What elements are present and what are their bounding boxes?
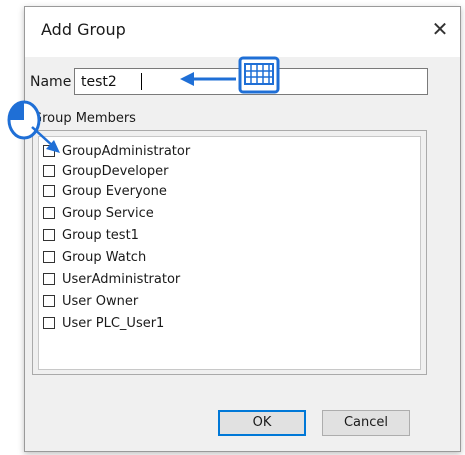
list-item[interactable]: GroupDeveloper <box>43 161 168 181</box>
member-label: Group Watch <box>62 249 147 265</box>
list-item[interactable]: Group test1 <box>43 225 139 245</box>
group-members-list[interactable]: GroupAdministrator GroupDeveloper Group … <box>38 136 421 370</box>
checkbox[interactable] <box>43 185 55 197</box>
member-label: GroupDeveloper <box>62 163 169 179</box>
list-item[interactable]: User PLC_User1 <box>43 313 164 333</box>
group-members-label: Group Members <box>32 111 136 126</box>
name-label: Name <box>30 74 72 90</box>
keyboard-icon <box>238 56 280 94</box>
list-item[interactable]: UserAdministrator <box>43 269 180 289</box>
checkbox[interactable] <box>43 251 55 263</box>
member-label: User PLC_User1 <box>62 315 165 331</box>
member-label: Group Everyone <box>62 183 167 199</box>
member-label: Group test1 <box>62 227 139 243</box>
text-caret <box>141 73 142 90</box>
member-label: User Owner <box>62 293 139 309</box>
list-item[interactable]: Group Watch <box>43 247 146 267</box>
member-label: GroupAdministrator <box>62 143 191 159</box>
checkbox[interactable] <box>43 165 55 177</box>
checkbox[interactable] <box>43 295 55 307</box>
arrow-icon <box>180 72 236 86</box>
dialog-title: Add Group <box>41 20 126 39</box>
checkbox[interactable] <box>43 207 55 219</box>
list-item[interactable]: Group Everyone <box>43 181 167 201</box>
checkbox[interactable] <box>43 273 55 285</box>
list-item[interactable]: Group Service <box>43 203 154 223</box>
title-bar: Add Group ✕ <box>25 7 460 57</box>
member-label: UserAdministrator <box>62 271 181 287</box>
list-item[interactable]: GroupAdministrator <box>43 141 190 161</box>
ok-button[interactable]: OK <box>218 410 306 436</box>
click-arrow-icon <box>31 126 60 153</box>
member-label: Group Service <box>62 205 154 221</box>
checkbox[interactable] <box>43 229 55 241</box>
cancel-button[interactable]: Cancel <box>322 410 410 436</box>
list-item[interactable]: User Owner <box>43 291 138 311</box>
checkbox[interactable] <box>43 317 55 329</box>
close-icon[interactable]: ✕ <box>424 13 456 45</box>
